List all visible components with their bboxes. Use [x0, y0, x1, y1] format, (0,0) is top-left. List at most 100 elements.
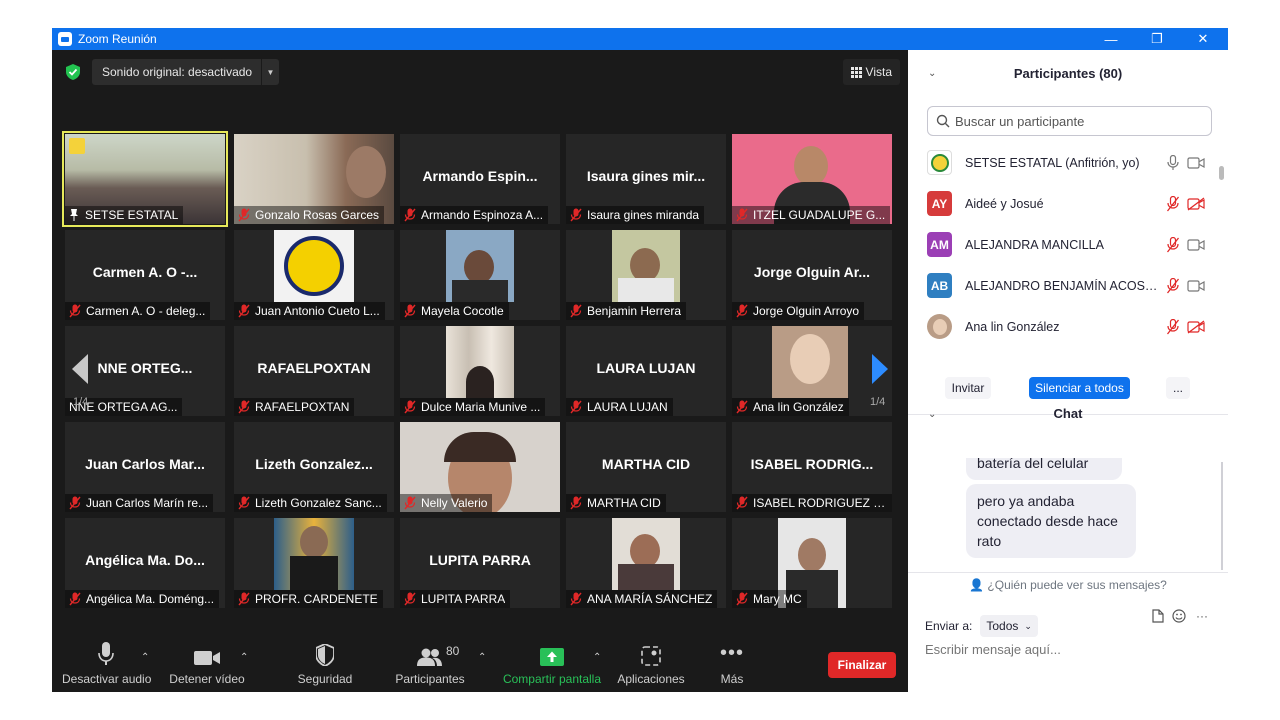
- camera-icon[interactable]: [1187, 238, 1205, 252]
- chat-more-icon[interactable]: ···: [1196, 609, 1208, 623]
- participant-row[interactable]: AM ALEJANDRA MANCILLA: [908, 224, 1220, 265]
- participant-name-label: Carmen A. O - deleg...: [65, 302, 211, 320]
- participant-tile[interactable]: LAURA LUJAN LAURA LUJAN: [566, 326, 726, 416]
- camera-icon[interactable]: [1187, 156, 1205, 170]
- participant-tile[interactable]: MARTHA CID MARTHA CID: [566, 422, 726, 512]
- participants-scrollbar[interactable]: [1219, 166, 1224, 180]
- participant-row[interactable]: AB ALEJANDRO BENJAMÍN ACOST...: [908, 265, 1220, 306]
- more-button[interactable]: ••• Más: [712, 640, 752, 687]
- original-sound-toggle[interactable]: Sonido original: desactivado ▼: [92, 59, 279, 85]
- participant-name: PROFR. CARDENETE: [255, 592, 378, 606]
- participant-row[interactable]: Ana lin González: [908, 306, 1220, 347]
- participant-tile[interactable]: LUPITA PARRA LUPITA PARRA: [400, 518, 560, 608]
- chevron-down-icon[interactable]: ▼: [261, 59, 279, 85]
- video-feed-woman: [446, 230, 514, 302]
- muted-microphone-icon: [238, 400, 250, 414]
- mute-audio-button[interactable]: Desactivar audio: [62, 640, 151, 686]
- participant-tile[interactable]: Lizeth Gonzalez... Lizeth Gonzalez Sanc..…: [234, 422, 394, 512]
- participant-tile[interactable]: Dulce Maria Munive ...: [400, 326, 560, 416]
- mute-all-button[interactable]: Silenciar a todos: [1029, 377, 1130, 399]
- muted-microphone-icon: [570, 496, 582, 510]
- participant-display-name: LUPITA PARRA: [429, 552, 531, 568]
- send-to-row: Enviar a: Todos ⌄: [925, 615, 1038, 637]
- participants-label: Participantes: [395, 672, 465, 686]
- participant-display-name: Carmen A. O -...: [92, 264, 198, 280]
- participant-name-label: SETSE ESTATAL: [65, 206, 184, 224]
- participant-tile[interactable]: SETSE ESTATAL: [62, 131, 228, 227]
- share-screen-icon: [540, 648, 564, 666]
- participant-tile[interactable]: ISABEL RODRIG... ISABEL RODRIGUEZ C...: [732, 422, 892, 512]
- window-title: Zoom Reunión: [78, 32, 157, 46]
- muted-microphone-icon: [570, 304, 582, 318]
- participant-name: Nelly Valerio: [421, 496, 488, 510]
- emoji-icon[interactable]: [1172, 609, 1186, 623]
- camera-icon[interactable]: [1187, 279, 1205, 293]
- participant-name-label: Gonzalo Rosas Garces: [234, 206, 385, 224]
- close-button[interactable]: ✕: [1180, 28, 1226, 50]
- next-page-arrow-icon[interactable]: [872, 354, 888, 384]
- previous-page-arrow-icon[interactable]: [72, 354, 88, 384]
- search-icon: [936, 114, 950, 128]
- participant-tile[interactable]: PROFR. CARDENETE: [234, 518, 394, 608]
- share-options-caret-icon[interactable]: ⌃: [593, 652, 601, 663]
- participant-name: RAFAELPOXTAN: [255, 400, 350, 414]
- participant-tile[interactable]: ITZEL GUADALUPE G...: [732, 134, 892, 224]
- participant-row[interactable]: SETSE ESTATAL (Anfitrión, yo): [908, 142, 1220, 183]
- muted-microphone-icon[interactable]: [1166, 236, 1180, 253]
- participant-tile[interactable]: Ana lin González: [732, 326, 892, 416]
- participant-tile[interactable]: Jorge Olguin Ar... Jorge Olguin Arroyo: [732, 230, 892, 320]
- participant-tile[interactable]: Angélica Ma. Do... Angélica Ma. Doméng...: [65, 518, 225, 608]
- restore-button[interactable]: ❐: [1134, 28, 1180, 50]
- stop-video-button[interactable]: Detener vídeo: [166, 640, 248, 686]
- participant-tile[interactable]: Mayela Cocotle: [400, 230, 560, 320]
- security-button[interactable]: Seguridad: [292, 640, 358, 686]
- participant-tile[interactable]: Carmen A. O -... Carmen A. O - deleg...: [65, 230, 225, 320]
- participant-tile[interactable]: RAFAELPOXTAN RAFAELPOXTAN: [234, 326, 394, 416]
- setse-logo-avatar: [927, 150, 952, 175]
- video-options-caret-icon[interactable]: ⌃: [240, 652, 248, 663]
- participant-tile[interactable]: Armando Espin... Armando Espinoza A...: [400, 134, 560, 224]
- end-meeting-button[interactable]: Finalizar: [828, 652, 896, 678]
- participants-more-button[interactable]: ...: [1166, 377, 1190, 399]
- participant-tile[interactable]: Juan Carlos Mar... Juan Carlos Marín re..…: [65, 422, 225, 512]
- participant-tile[interactable]: ANA MARÍA SÁNCHEZ: [566, 518, 726, 608]
- participant-tile[interactable]: Isaura gines mir... Isaura gines miranda: [566, 134, 726, 224]
- who-can-see-label: ¿Quién puede ver sus mensajes?: [987, 578, 1167, 592]
- participant-row[interactable]: AY Aideé y Josué: [908, 183, 1220, 224]
- file-icon[interactable]: [1152, 609, 1164, 623]
- muted-microphone-icon[interactable]: [1166, 318, 1180, 335]
- video-gallery: Sonido original: desactivado ▼ Vista SET…: [52, 50, 908, 692]
- muted-microphone-icon[interactable]: [1166, 195, 1180, 212]
- camera-off-icon[interactable]: [1187, 319, 1205, 334]
- participant-tile[interactable]: Benjamin Herrera: [566, 230, 726, 320]
- minimize-button[interactable]: —: [1088, 28, 1134, 50]
- participant-tile[interactable]: Nelly Valerio: [400, 422, 560, 512]
- page-indicator-left: 1/4: [73, 396, 89, 408]
- muted-microphone-icon: [404, 304, 416, 318]
- chat-message-input[interactable]: Escribir mensaje aquí...: [925, 642, 1061, 657]
- invite-button[interactable]: Invitar: [945, 377, 991, 399]
- view-button[interactable]: Vista: [842, 59, 900, 85]
- audio-options-caret-icon[interactable]: ⌃: [141, 652, 149, 663]
- zoom-window: Zoom Reunión — ❐ ✕ Sonido original: desa…: [52, 28, 1228, 692]
- participant-search-input[interactable]: Buscar un participante: [927, 106, 1212, 136]
- participants-options-caret-icon[interactable]: ⌃: [478, 652, 486, 663]
- share-screen-button[interactable]: Compartir pantalla: [500, 640, 604, 686]
- participant-tile[interactable]: Mary MC: [732, 518, 892, 608]
- camera-off-icon[interactable]: [1187, 196, 1205, 211]
- apps-button[interactable]: Aplicaciones: [614, 640, 688, 686]
- muted-microphone-icon: [238, 304, 250, 318]
- participant-tile[interactable]: Juan Antonio Cueto L...: [234, 230, 394, 320]
- participant-tile[interactable]: Gonzalo Rosas Garces: [234, 134, 394, 224]
- participant-tile[interactable]: NNE ORTEG... NNE ORTEGA AG...: [65, 326, 225, 416]
- video-feed-logo: [274, 230, 354, 302]
- participant-name-label: Angélica Ma. Doméng...: [65, 590, 220, 608]
- who-can-see-link[interactable]: 👤 ¿Quién puede ver sus mensajes?: [908, 578, 1228, 592]
- chat-scrollbar[interactable]: [1219, 462, 1224, 570]
- encryption-shield-icon[interactable]: [66, 64, 80, 80]
- video-feed-curtain: [446, 326, 514, 398]
- send-to-dropdown[interactable]: Todos ⌄: [980, 615, 1038, 637]
- microphone-icon[interactable]: [1166, 154, 1180, 171]
- muted-microphone-icon[interactable]: [1166, 277, 1180, 294]
- security-shield-icon: [316, 644, 334, 666]
